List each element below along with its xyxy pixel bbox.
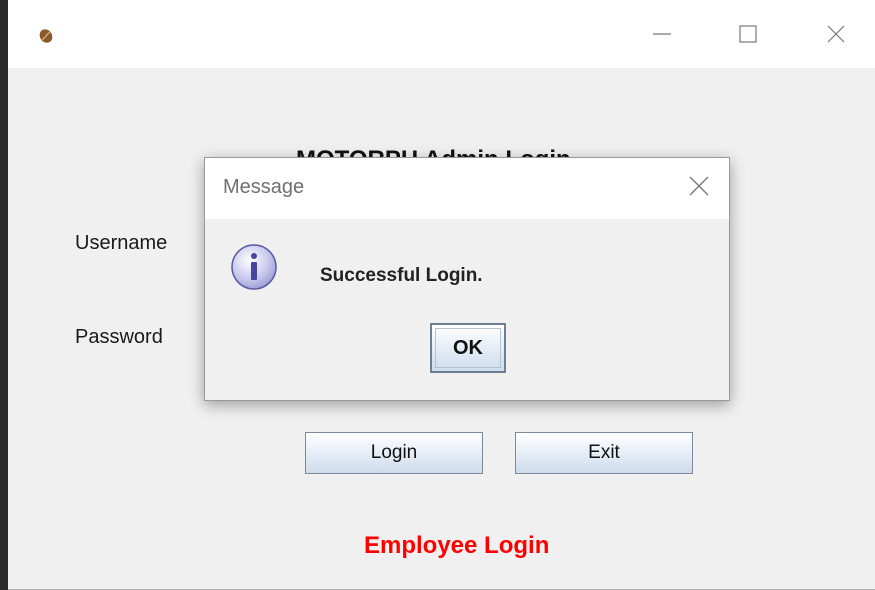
- info-icon: [229, 242, 279, 292]
- username-label: Username: [75, 232, 168, 254]
- maximize-icon: [738, 24, 758, 49]
- window-frame-edge: [0, 0, 8, 590]
- dialog-close-button[interactable]: [683, 172, 715, 204]
- close-icon: [688, 175, 710, 202]
- screen: MOTORPH Admin Login Username Password Lo…: [0, 0, 875, 590]
- message-dialog: Message Successful Login. OK: [204, 157, 730, 401]
- ok-button[interactable]: OK: [430, 323, 506, 373]
- minimize-icon: [652, 24, 672, 49]
- exit-button[interactable]: Exit: [515, 432, 693, 474]
- dialog-message: Successful Login.: [320, 265, 483, 286]
- password-label: Password: [75, 326, 163, 348]
- login-button[interactable]: Login: [305, 432, 483, 474]
- maximize-button[interactable]: [726, 16, 770, 56]
- window-titlebar[interactable]: [8, 0, 875, 68]
- ok-button-label: OK: [453, 336, 483, 359]
- employee-login-link[interactable]: Employee Login: [364, 532, 549, 560]
- coffee-bean-icon: [38, 28, 54, 44]
- minimize-button[interactable]: [640, 16, 684, 56]
- dialog-title: Message: [223, 176, 305, 198]
- dialog-titlebar[interactable]: Message: [205, 158, 729, 219]
- close-button[interactable]: [814, 16, 858, 56]
- close-icon: [826, 24, 846, 49]
